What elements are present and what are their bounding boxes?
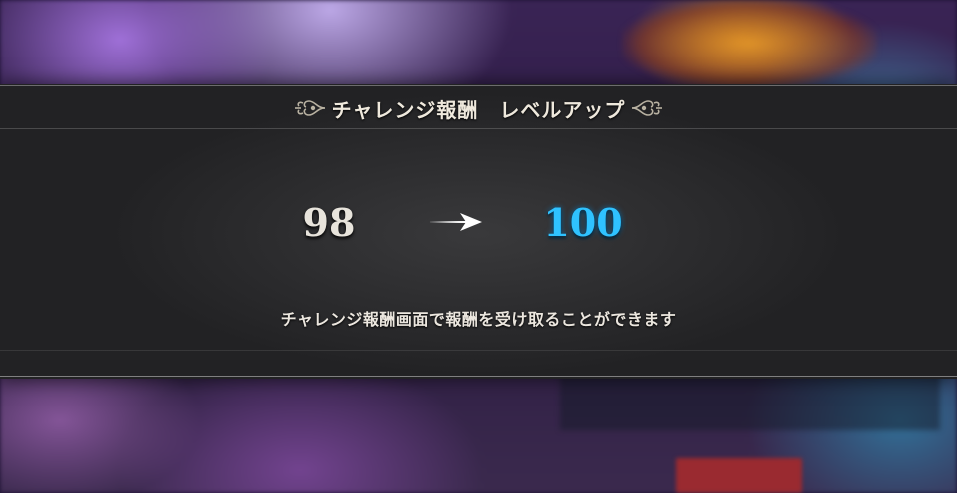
divider-bottom [0, 376, 957, 377]
divider-top [0, 85, 957, 86]
level-change: 98 100 [0, 196, 957, 252]
arrow-right-icon [426, 210, 486, 234]
divider-inner-bottom [0, 350, 957, 351]
new-level: 100 [543, 200, 623, 245]
reward-message: チャレンジ報酬画面で報酬を受け取ることができます [280, 310, 677, 329]
old-level: 98 [302, 200, 356, 245]
level-up-banner[interactable]: チャレンジ報酬 レベルアップ 98 100 チャレンジ報酬画面で報酬を受け取るこ… [0, 84, 957, 379]
right-ornament-icon [629, 94, 665, 122]
banner-title: チャレンジ報酬 レベルアップ [331, 97, 626, 122]
divider-title [0, 128, 957, 129]
banner-header: チャレンジ報酬 レベルアップ [0, 90, 957, 126]
background-button [676, 458, 802, 493]
left-ornament-icon [292, 94, 328, 122]
game-logo [622, 0, 877, 88]
